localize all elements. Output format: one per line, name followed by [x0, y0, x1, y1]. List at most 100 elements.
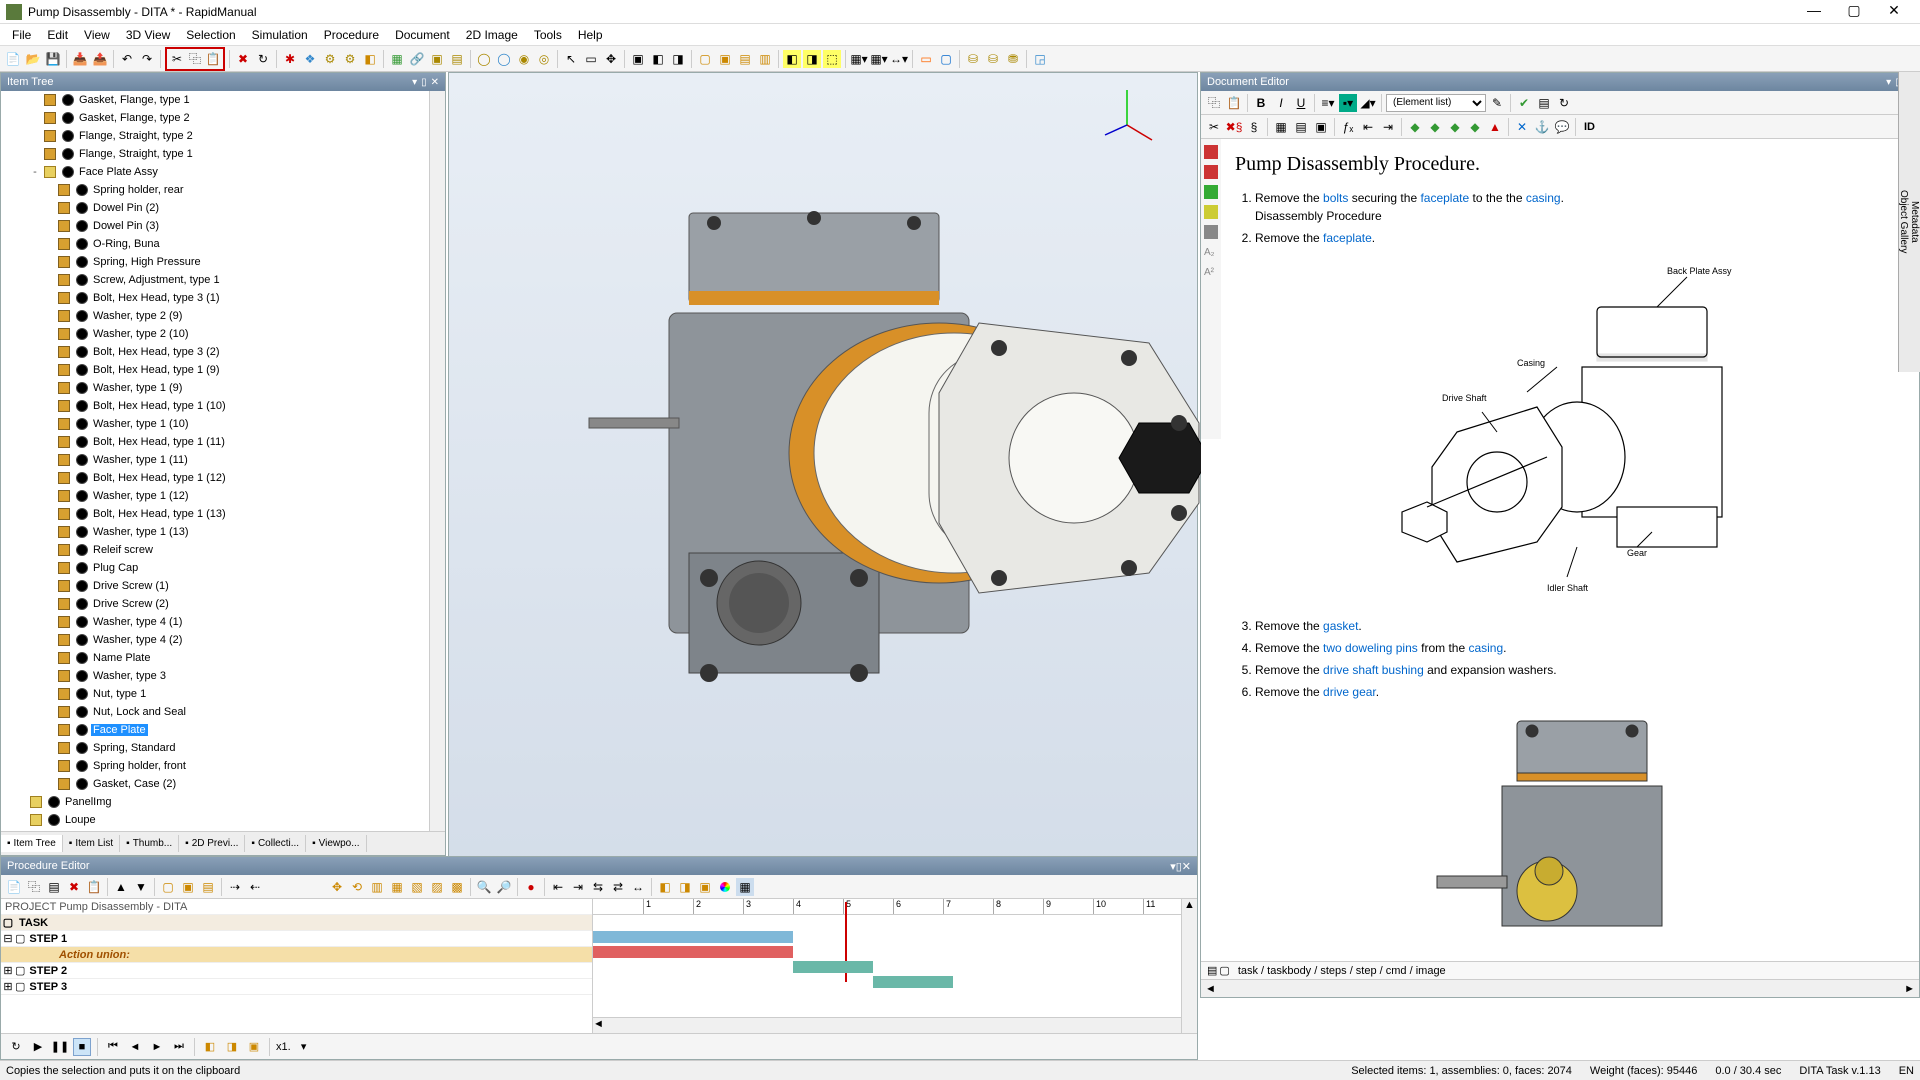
- doc-paste-icon[interactable]: 📋: [1225, 94, 1243, 112]
- tree-tab[interactable]: ▪Item List: [63, 835, 120, 852]
- circle2-icon[interactable]: ◯: [495, 50, 513, 68]
- menu-selection[interactable]: Selection: [178, 26, 243, 44]
- tree-body[interactable]: Gasket, Flange, type 1Gasket, Flange, ty…: [1, 91, 445, 831]
- tree-item[interactable]: Gasket, Flange, type 1: [1, 91, 445, 109]
- refresh-icon[interactable]: ↻: [254, 50, 272, 68]
- menu-2d-image[interactable]: 2D Image: [458, 26, 526, 44]
- link-bush[interactable]: drive shaft bushing: [1323, 663, 1424, 677]
- node3-icon[interactable]: ◆: [1446, 118, 1464, 136]
- tree-item[interactable]: Washer, type 4 (2): [1, 631, 445, 649]
- tree-item[interactable]: Washer, type 1 (10): [1, 415, 445, 433]
- proc-l2-icon[interactable]: ⟲: [348, 878, 366, 896]
- menu-help[interactable]: Help: [570, 26, 611, 44]
- formula-icon[interactable]: ƒₓ: [1339, 118, 1357, 136]
- tree-item[interactable]: Loupe: [1, 811, 445, 829]
- bar-step3[interactable]: [873, 976, 953, 988]
- tool2-icon[interactable]: ⚙: [341, 50, 359, 68]
- db3-icon[interactable]: ⛃: [1004, 50, 1022, 68]
- tree-item[interactable]: Nut, Lock and Seal: [1, 703, 445, 721]
- prev-icon[interactable]: ◄: [126, 1038, 144, 1056]
- tree-item[interactable]: Face Plate: [1, 721, 445, 739]
- proc-l5-icon[interactable]: ▧: [408, 878, 426, 896]
- tree-item[interactable]: Washer, type 1 (13): [1, 523, 445, 541]
- maximize-button[interactable]: ▢: [1834, 2, 1874, 22]
- group-icon[interactable]: ▣: [428, 50, 446, 68]
- circle3-icon[interactable]: ◉: [515, 50, 533, 68]
- tree-item[interactable]: Washer, type 1 (9): [1, 379, 445, 397]
- struct-icon[interactable]: ▤: [1535, 94, 1553, 112]
- cam2-icon[interactable]: ◨: [223, 1038, 241, 1056]
- tree-item[interactable]: Spring, Standard: [1, 739, 445, 757]
- panel-menu-icon[interactable]: ▾: [412, 77, 417, 88]
- circle1-icon[interactable]: ◯: [475, 50, 493, 68]
- xml-icon[interactable]: ▤: [1207, 964, 1217, 977]
- warn-icon[interactable]: ▲: [1486, 118, 1504, 136]
- validate-icon[interactable]: ✔: [1515, 94, 1533, 112]
- proc-del-icon[interactable]: ✖: [65, 878, 83, 896]
- refresh2-icon[interactable]: ↻: [1555, 94, 1573, 112]
- bar-step2[interactable]: [793, 961, 873, 973]
- menu-simulation[interactable]: Simulation: [244, 26, 316, 44]
- step-1-row[interactable]: ⊟▢STEP 1: [1, 931, 592, 947]
- menu-file[interactable]: File: [4, 26, 39, 44]
- proc-zoom2-icon[interactable]: 🔎: [495, 878, 513, 896]
- gutter-yellow-icon[interactable]: [1204, 205, 1218, 219]
- indent-l-icon[interactable]: ⇤: [1359, 118, 1377, 136]
- gutter-a2-icon[interactable]: A²: [1204, 265, 1218, 279]
- tree-scrollbar[interactable]: [429, 91, 445, 831]
- node4-icon[interactable]: ◆: [1466, 118, 1484, 136]
- tree-item[interactable]: Dowel Pin (2): [1, 199, 445, 217]
- proc-new-icon[interactable]: 📄: [5, 878, 23, 896]
- tree-item[interactable]: Plug Cap: [1, 559, 445, 577]
- step-2-row[interactable]: ⊞▢STEP 2: [1, 963, 592, 979]
- pump-3d-model[interactable]: [509, 123, 1229, 763]
- move-icon[interactable]: ✥: [602, 50, 620, 68]
- menu-tools[interactable]: Tools: [526, 26, 570, 44]
- id-label[interactable]: ID: [1580, 121, 1599, 133]
- menu-edit[interactable]: Edit: [39, 26, 76, 44]
- save-icon[interactable]: 💾: [44, 50, 62, 68]
- tree-item[interactable]: Spring, High Pressure: [1, 253, 445, 271]
- link-icon[interactable]: 🔗: [408, 50, 426, 68]
- menu-3d-view[interactable]: 3D View: [118, 26, 178, 44]
- tree-item[interactable]: Washer, type 2 (9): [1, 307, 445, 325]
- proc-copy-icon[interactable]: ⿻: [25, 878, 43, 896]
- tree-item[interactable]: Washer, type 3: [1, 667, 445, 685]
- tree-item[interactable]: Washer, type 1 (12): [1, 487, 445, 505]
- proc-l1-icon[interactable]: ✥: [328, 878, 346, 896]
- redo-icon[interactable]: ↷: [138, 50, 156, 68]
- first-icon[interactable]: ⏮: [104, 1038, 122, 1056]
- proc-zoom-icon[interactable]: 🔍: [475, 878, 493, 896]
- doc-h-scrollbar[interactable]: ◄►: [1201, 979, 1919, 997]
- close-button[interactable]: ✕: [1874, 2, 1914, 22]
- proc-l6-icon[interactable]: ▨: [428, 878, 446, 896]
- menu-procedure[interactable]: Procedure: [316, 26, 387, 44]
- proc-link-icon[interactable]: ⇢: [226, 878, 244, 896]
- panel-close-icon[interactable]: ✕: [1182, 861, 1191, 873]
- box2-icon[interactable]: ▣: [716, 50, 734, 68]
- timeline-ruler[interactable]: 1234567891011: [593, 899, 1197, 915]
- bar-action[interactable]: [593, 946, 793, 958]
- tree-item[interactable]: Bolt, Hex Head, type 1 (9): [1, 361, 445, 379]
- tree-tab[interactable]: ▪Viewpo...: [306, 835, 367, 852]
- proc-rec-icon[interactable]: ●: [522, 878, 540, 896]
- node1-icon[interactable]: ◆: [1406, 118, 1424, 136]
- hl2-icon[interactable]: ◨: [803, 50, 821, 68]
- gutter-red2-icon[interactable]: [1204, 165, 1218, 179]
- bold-icon[interactable]: B: [1252, 94, 1270, 112]
- tree-item[interactable]: Spring holder, front: [1, 757, 445, 775]
- breadcrumb-path[interactable]: task / taskbody / steps / step / cmd / i…: [1238, 965, 1446, 977]
- gutter-red1-icon[interactable]: [1204, 145, 1218, 159]
- grid-icon[interactable]: ▦▾: [850, 50, 868, 68]
- tree-item[interactable]: Flange, Straight, type 1: [1, 145, 445, 163]
- element-list-dropdown[interactable]: (Element list): [1386, 94, 1486, 112]
- tree-tab[interactable]: ▪Thumb...: [120, 835, 179, 852]
- tree-item[interactable]: Flange, Straight, type 2: [1, 127, 445, 145]
- tree-item[interactable]: Drive Screw (2): [1, 595, 445, 613]
- list-icon[interactable]: ▤: [1292, 118, 1310, 136]
- tree-item[interactable]: Drive Screw (1): [1, 577, 445, 595]
- proc-cube-icon[interactable]: ◧: [656, 878, 674, 896]
- play-icon[interactable]: ▶: [29, 1038, 47, 1056]
- tree-item[interactable]: O-Ring, Buna: [1, 235, 445, 253]
- link2-icon[interactable]: ✕: [1513, 118, 1531, 136]
